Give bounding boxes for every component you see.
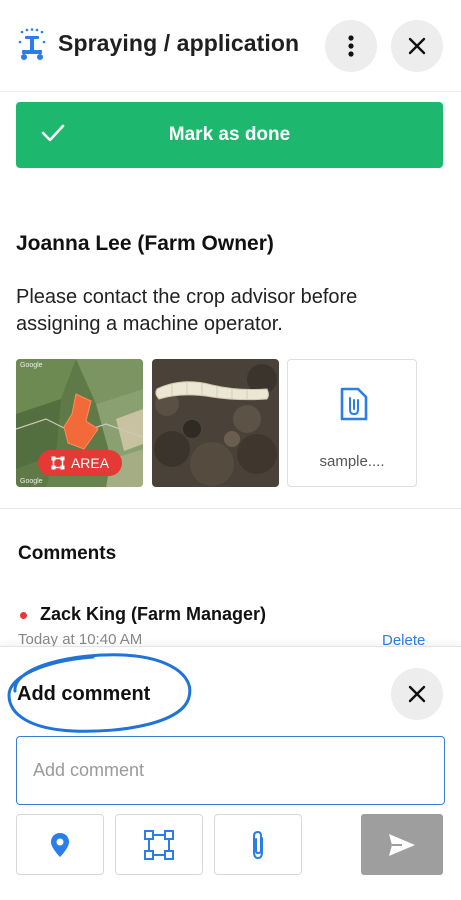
close-button[interactable] xyxy=(391,20,443,72)
note-author: Joanna Lee (Farm Owner) xyxy=(16,232,274,255)
file-name: sample.... xyxy=(319,453,385,470)
more-vertical-icon xyxy=(348,35,354,57)
comments-heading: Comments xyxy=(18,543,117,564)
area-badge-label: AREA xyxy=(70,455,110,471)
close-comment-panel-button[interactable] xyxy=(391,668,443,720)
more-options-button[interactable] xyxy=(325,20,377,72)
mark-as-done-button[interactable]: Mark as done xyxy=(16,102,443,168)
send-icon xyxy=(389,833,415,856)
area-badge: AREA xyxy=(38,450,122,476)
attach-file-button[interactable] xyxy=(214,814,302,875)
mark-as-done-label: Mark as done xyxy=(168,124,291,145)
map-attachment[interactable]: Google Google AREA xyxy=(16,359,143,487)
close-icon xyxy=(408,685,426,703)
larva-photo xyxy=(152,359,279,487)
page-title: Spraying / application xyxy=(58,30,300,56)
svg-text:Google: Google xyxy=(20,478,43,485)
add-comment-panel: Add comment xyxy=(0,646,461,900)
area-icon xyxy=(51,456,65,470)
unread-indicator xyxy=(20,612,27,619)
area-select-icon xyxy=(144,829,174,860)
comment-author: Zack King (Farm Manager) xyxy=(40,604,267,624)
header: Spraying / application xyxy=(0,0,461,92)
add-location-button[interactable] xyxy=(16,814,104,875)
send-comment-button[interactable] xyxy=(361,814,443,875)
add-comment-title: Add comment xyxy=(17,683,151,705)
sprayer-icon xyxy=(18,28,46,60)
svg-text:Google: Google xyxy=(20,362,43,369)
photo-attachment[interactable] xyxy=(152,359,279,487)
note-text: Please contact the crop advisor before a… xyxy=(16,286,358,335)
location-pin-icon xyxy=(51,832,69,857)
close-icon xyxy=(408,37,426,55)
file-attachment[interactable]: sample.... xyxy=(287,359,417,487)
add-area-button[interactable] xyxy=(115,814,203,875)
paperclip-icon xyxy=(253,830,263,859)
comment-input[interactable] xyxy=(16,736,445,805)
document-attachment-icon xyxy=(340,387,368,421)
divider xyxy=(0,508,461,509)
